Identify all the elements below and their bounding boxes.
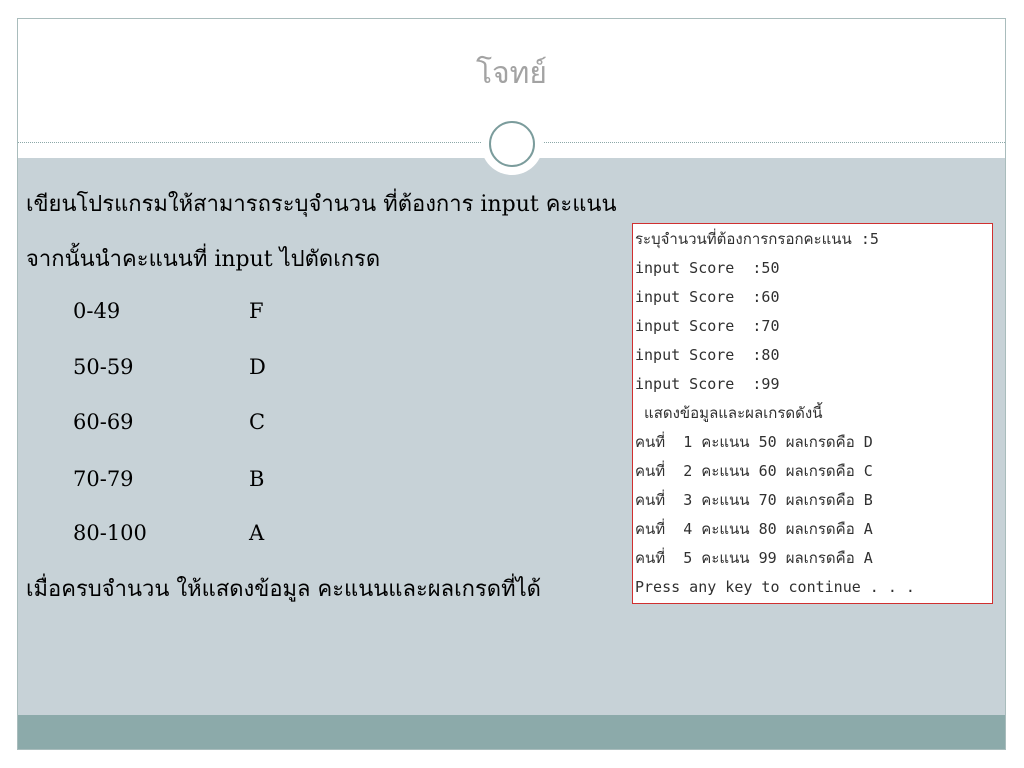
console-line: คนที่ 2 คะแนน 60 ผลเกรดคือ C [635,462,873,480]
console-line: คนที่ 1 คะแนน 50 ผลเกรดคือ D [635,433,873,451]
console-line: input Score :80 [635,346,780,364]
grade-range: 60-69 [73,410,134,434]
console-line: คนที่ 3 คะแนน 70 ผลเกรดคือ B [635,491,873,509]
console-line: input Score :50 [635,259,780,277]
slide: โจทย์ เขียนโปรแกรมให้สามารถระบุจำนวน ที่… [17,18,1006,750]
instruction-line-1: เขียนโปรแกรมให้สามารถระบุจำนวน ที่ต้องกา… [26,192,617,217]
grade-row: 0-49 F [73,299,313,329]
grade-range: 0-49 [73,299,121,323]
console-output: ระบุจำนวนที่ต้องการกรอกคะแนน :5 input Sc… [632,223,993,604]
grade-letter: D [249,355,266,379]
footer-bar [18,715,1005,749]
grade-letter: B [249,467,265,491]
grade-row: 50-59 D [73,355,313,385]
console-line: คนที่ 5 คะแนน 99 ผลเกรดคือ A [635,549,873,567]
console-line: ระบุจำนวนที่ต้องการกรอกคะแนน :5 [635,230,879,248]
console-line: input Score :70 [635,317,780,335]
console-line: แสดงข้อมูลและผลเกรดดังนี้ [635,404,823,422]
grade-row: 60-69 C [73,410,313,440]
grade-letter: C [249,410,266,434]
console-line: input Score :99 [635,375,780,393]
grade-row: 80-100 A [73,521,313,551]
ring-inner [489,121,535,167]
grade-letter: A [249,521,265,545]
closing-line: เมื่อครบจำนวน ให้แสดงข้อมูล คะแนนและผลเก… [26,577,541,602]
grade-letter: F [249,299,264,323]
grade-range: 80-100 [73,521,147,545]
console-line: คนที่ 4 คะแนน 80 ผลเกรดคือ A [635,520,873,538]
instruction-line-2: จากนั้นนำคะแนนที่ input ไปตัดเกรด [26,247,381,272]
grade-range: 70-79 [73,467,134,491]
slide-title: โจทย์ [475,56,548,91]
ring-ornament-icon [481,113,543,175]
console-line: Press any key to continue . . . [635,578,915,596]
grade-range: 50-59 [73,355,134,379]
grade-row: 70-79 B [73,467,313,497]
console-line: input Score :60 [635,288,780,306]
